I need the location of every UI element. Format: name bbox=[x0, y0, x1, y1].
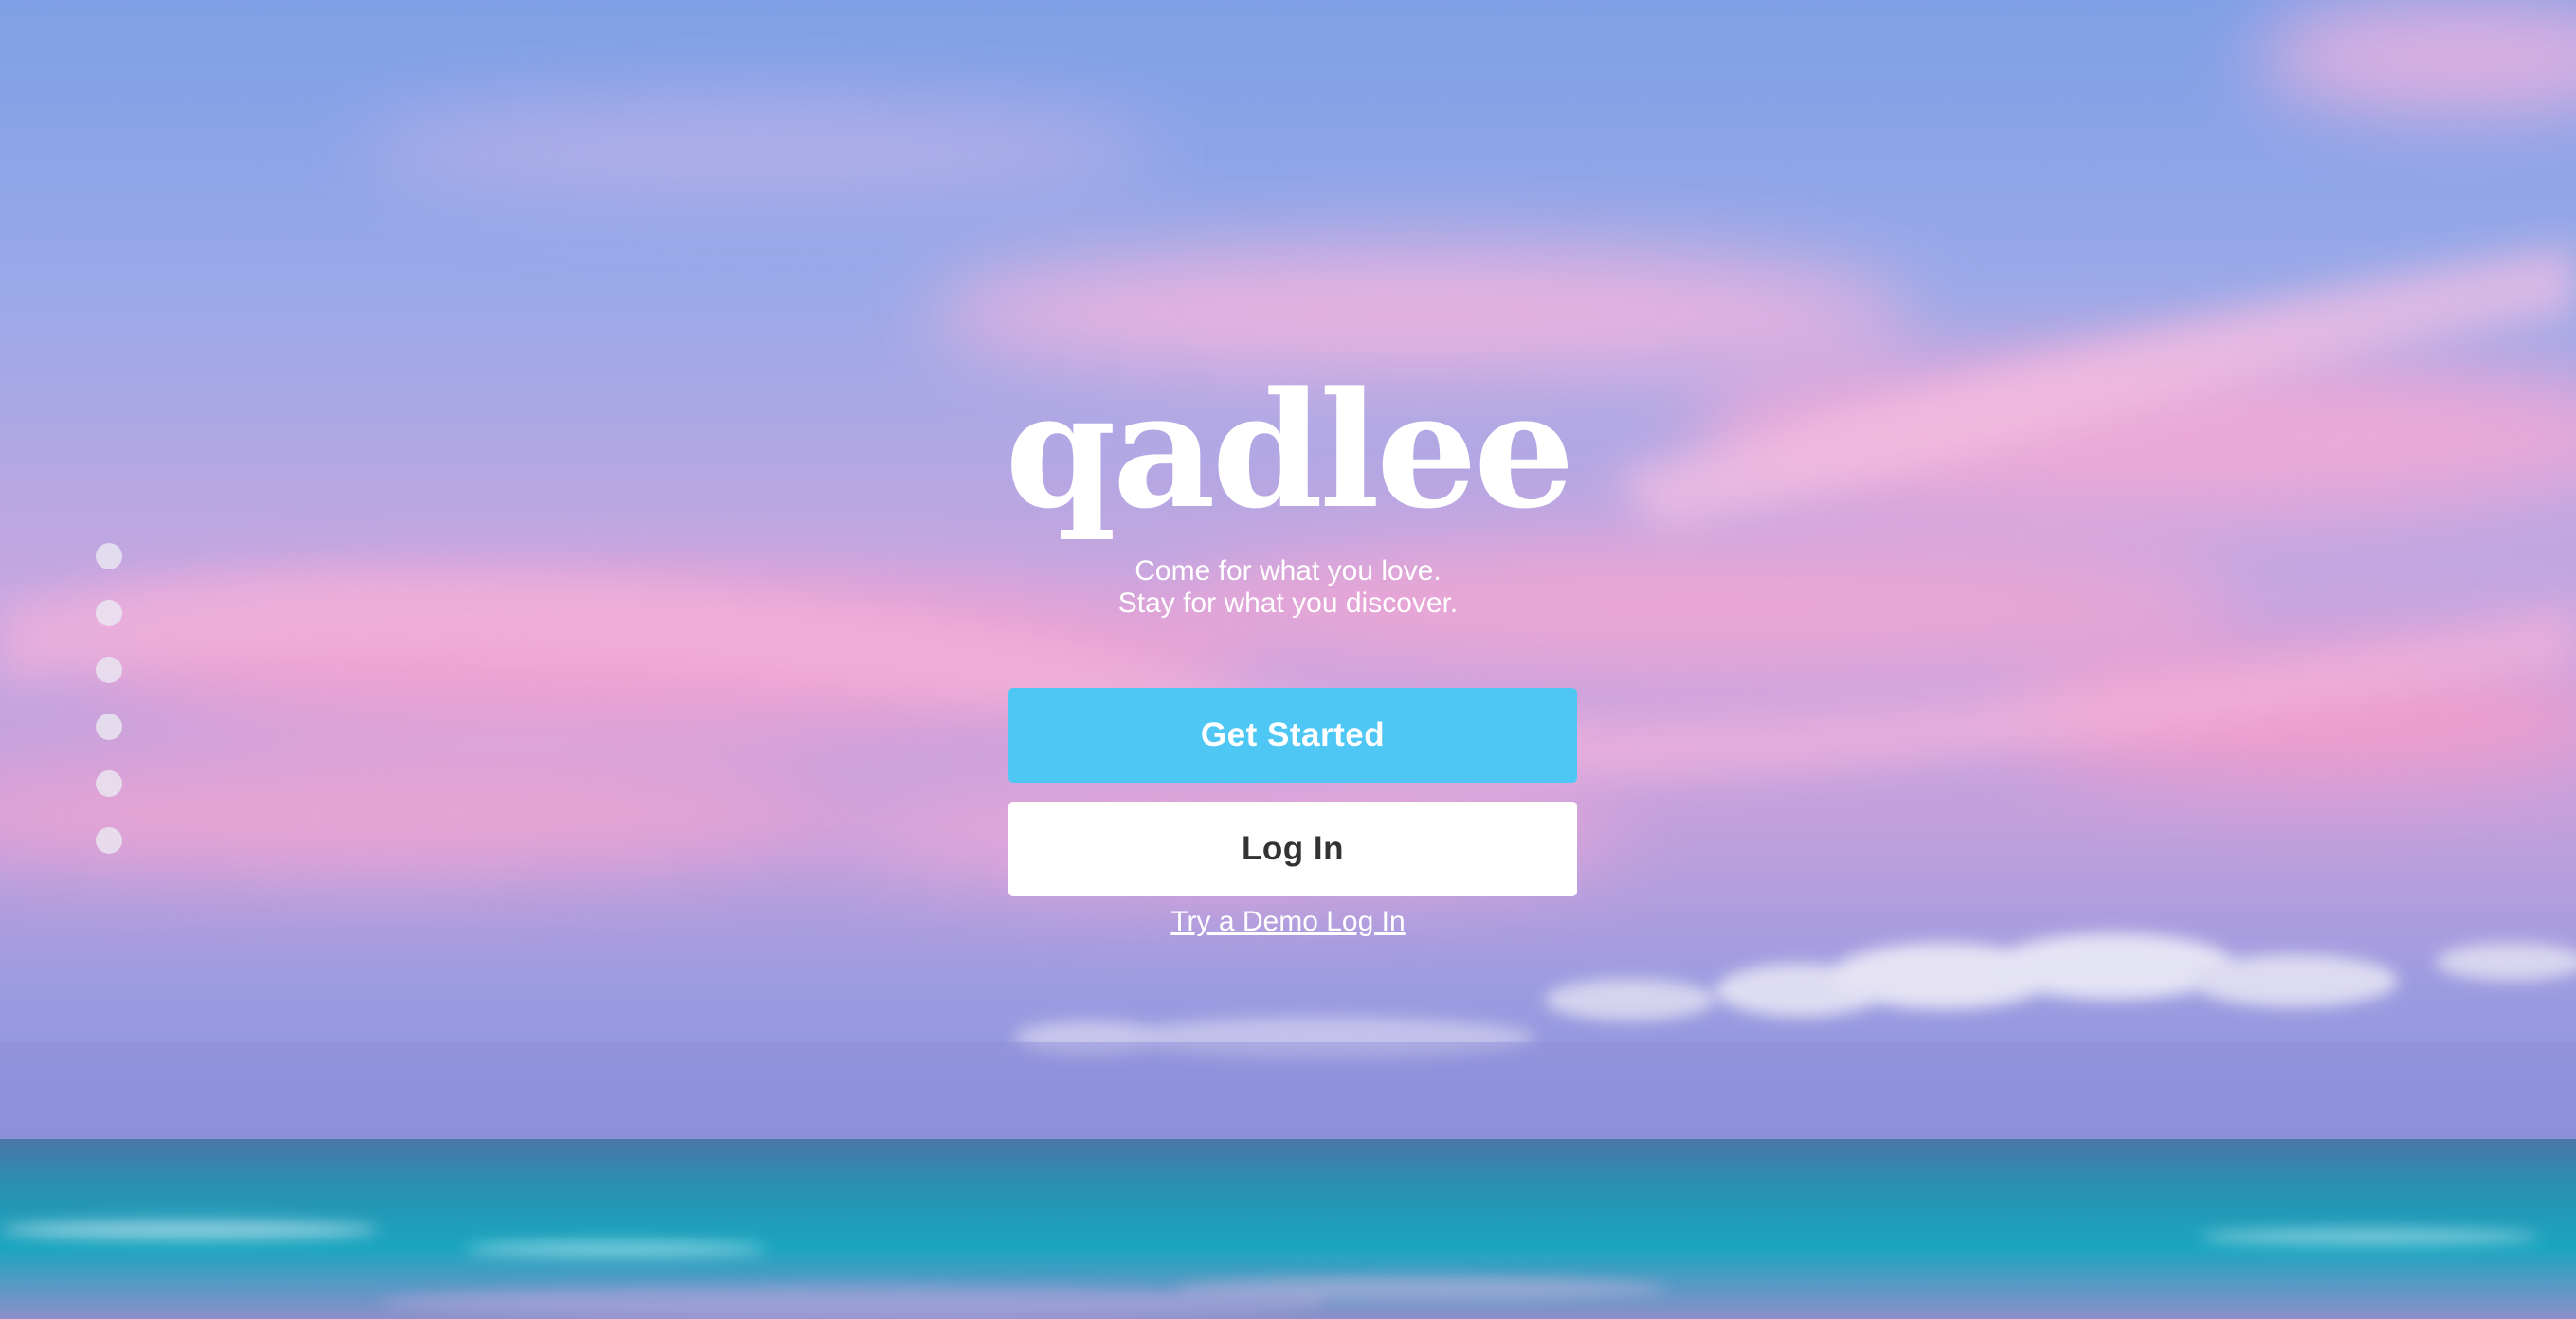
tagline: Come for what you love. Stay for what yo… bbox=[0, 555, 2576, 620]
get-started-button[interactable]: Get Started bbox=[1008, 688, 1577, 783]
landing-hero: qadlee Come for what you love. Stay for … bbox=[0, 0, 2576, 1319]
demo-login-link[interactable]: Try a Demo Log In bbox=[1170, 906, 1405, 937]
tagline-line-1: Come for what you love. bbox=[1134, 555, 1442, 587]
demo-login-container: Try a Demo Log In bbox=[0, 906, 2576, 938]
app-logo: qadlee bbox=[1005, 356, 1574, 544]
login-button[interactable]: Log In bbox=[1008, 802, 1577, 896]
tagline-line-2: Stay for what you discover. bbox=[1117, 587, 1459, 619]
